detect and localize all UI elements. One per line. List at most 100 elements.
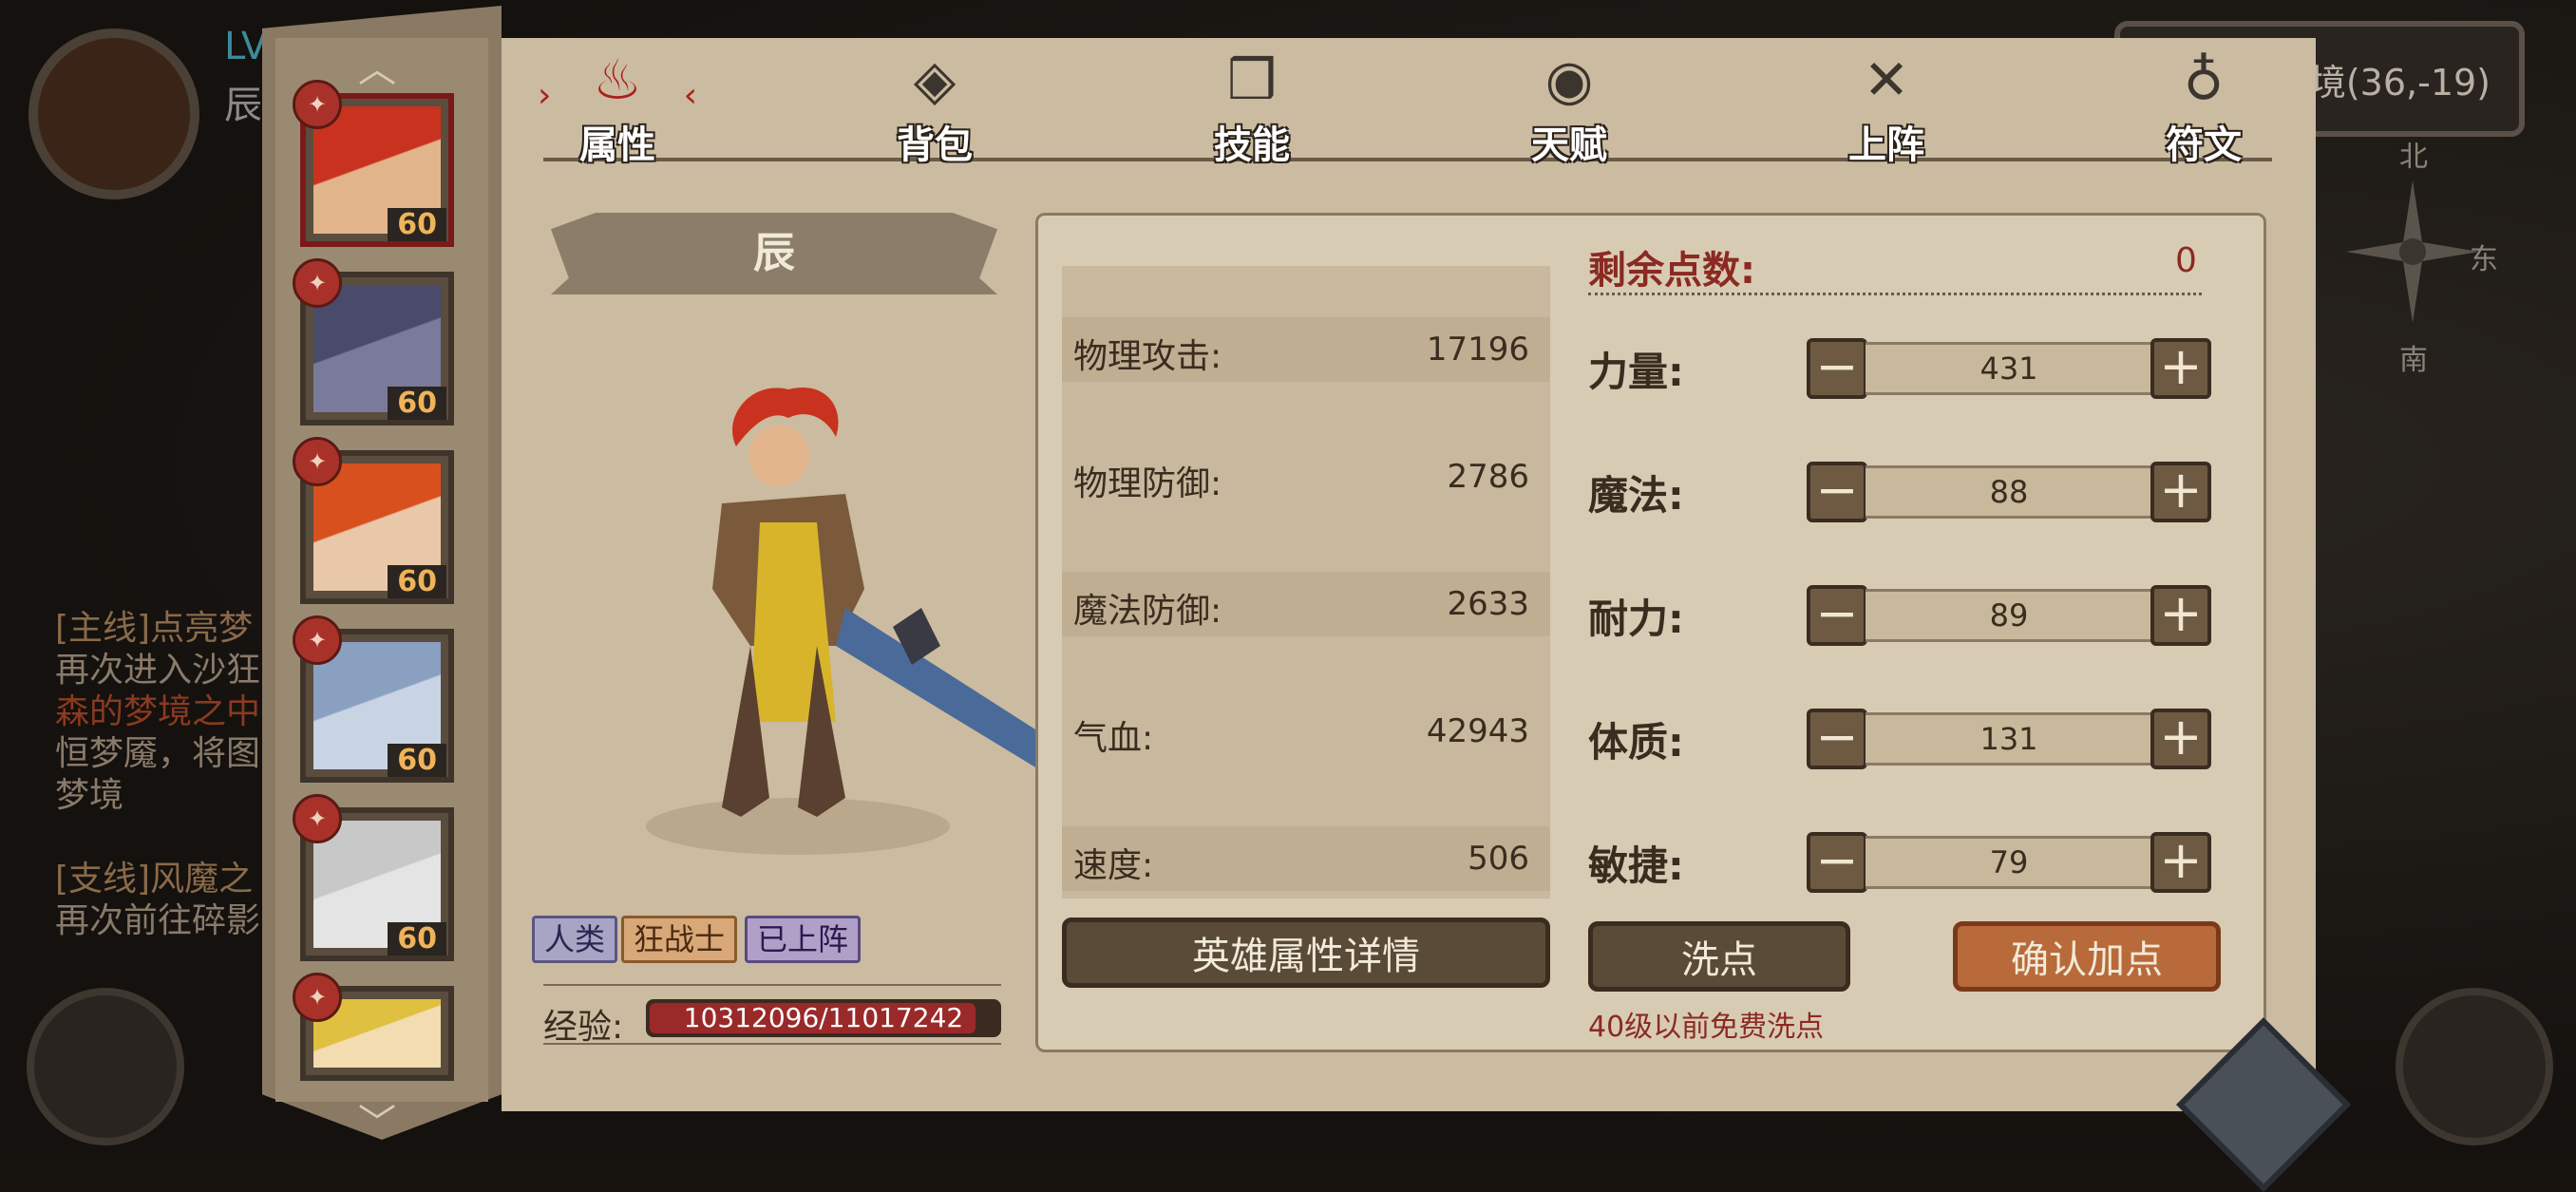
player-level-label: LV bbox=[224, 25, 268, 68]
tab-label: 天赋 bbox=[1531, 123, 1607, 167]
minus-button[interactable]: − bbox=[1807, 585, 1867, 646]
exp-label: 经验: bbox=[543, 1008, 624, 1047]
plus-button[interactable]: + bbox=[2150, 338, 2211, 399]
book-icon: ❒ bbox=[1227, 47, 1277, 112]
hero-slot[interactable]: ✦ 60 bbox=[293, 80, 454, 247]
hero-tag: 人类 bbox=[532, 916, 618, 963]
base-stat-label: 速度: bbox=[1073, 846, 1154, 885]
attribute-value: 89 bbox=[1866, 589, 2152, 642]
quest-main-line: 森的梦境之中 bbox=[55, 692, 261, 731]
hero-level: 60 bbox=[388, 208, 446, 241]
rune-icon: ♁ bbox=[2183, 47, 2225, 112]
base-stat-row: 魔法防御: 2633 bbox=[1062, 572, 1550, 636]
tab-deploy[interactable]: ✕ 上阵 bbox=[1801, 47, 1972, 169]
confirm-points-button[interactable]: 确认加点 bbox=[1953, 921, 2221, 992]
attribute-value: 131 bbox=[1866, 712, 2152, 766]
exp-text: 10312096/11017242 bbox=[683, 1002, 964, 1033]
hero-slot[interactable]: ✦ 60 bbox=[293, 615, 454, 783]
minus-button[interactable]: − bbox=[1807, 709, 1867, 769]
quest-main-line: 再次进入沙狂 bbox=[55, 651, 261, 690]
base-stat-label: 物理防御: bbox=[1073, 464, 1222, 503]
attribute-value: 431 bbox=[1866, 342, 2152, 395]
attribute-label: 耐力: bbox=[1588, 596, 1684, 642]
crossed-swords-icon: ✕ bbox=[1863, 47, 1910, 112]
plus-button[interactable]: + bbox=[2150, 832, 2211, 893]
attribute-label: 魔法: bbox=[1588, 472, 1684, 519]
attribute-label: 敏捷: bbox=[1588, 842, 1684, 889]
hero-level: 60 bbox=[388, 565, 446, 598]
minus-button[interactable]: − bbox=[1807, 338, 1867, 399]
active-tab-marker: › bbox=[538, 76, 552, 115]
backpack-icon: ◈ bbox=[913, 47, 957, 112]
base-stat-row: 物理攻击: 17196 bbox=[1062, 317, 1550, 382]
class-badge-icon: ✦ bbox=[293, 80, 342, 129]
minus-button[interactable]: − bbox=[1807, 462, 1867, 522]
quest-side-title: [支线]风魔之 bbox=[55, 860, 254, 899]
compass-icon bbox=[2346, 180, 2479, 323]
home-shortcut-button[interactable] bbox=[2396, 988, 2553, 1145]
tab-runes[interactable]: ♁ 符文 bbox=[2118, 47, 2289, 169]
quest-main[interactable]: [主线]点亮梦 再次进入沙狂 森的梦境之中 恒梦魇，将图 梦境 bbox=[55, 608, 260, 817]
attribute-stepper: −89 + bbox=[1807, 585, 2211, 646]
player-avatar[interactable] bbox=[28, 28, 199, 199]
hero-slot[interactable]: ✦ bbox=[293, 973, 454, 1081]
hero-details-button[interactable]: 英雄属性详情 bbox=[1062, 918, 1550, 988]
tab-label: 背包 bbox=[897, 123, 973, 167]
hero-level: 60 bbox=[388, 387, 446, 420]
quest-main-line: 恒梦魇，将图 bbox=[55, 734, 261, 773]
reset-points-button[interactable]: 洗点 bbox=[1588, 921, 1850, 992]
hero-name: 辰 bbox=[753, 229, 795, 277]
plus-button[interactable]: + bbox=[2150, 709, 2211, 769]
bag-shortcut-button[interactable] bbox=[27, 988, 184, 1145]
quest-main-title: [主线]点亮梦 bbox=[55, 609, 254, 648]
reset-note: 40级以前免费洗点 bbox=[1588, 1011, 1825, 1044]
base-stat-row: 气血: 42943 bbox=[1062, 699, 1550, 764]
base-stat-value: 506 bbox=[1468, 840, 1529, 878]
tab-label: 技能 bbox=[1214, 123, 1290, 167]
base-stat-label: 魔法防御: bbox=[1073, 592, 1222, 631]
base-stat-value: 2786 bbox=[1447, 458, 1529, 496]
attribute-value: 88 bbox=[1866, 465, 2152, 519]
attribute-label: 力量: bbox=[1588, 349, 1684, 395]
quest-side-line: 再次前往碎影 bbox=[55, 901, 261, 940]
class-badge-icon: ✦ bbox=[293, 437, 342, 486]
hero-slot[interactable]: ✦ 60 bbox=[293, 258, 454, 426]
base-stat-row: 速度: 506 bbox=[1062, 826, 1550, 891]
base-stat-label: 气血: bbox=[1073, 719, 1154, 758]
eye-icon: ◉ bbox=[1544, 47, 1594, 112]
tab-attributes[interactable]: ♨ 属性 › ‹ bbox=[532, 47, 703, 169]
hero-level: 60 bbox=[388, 922, 446, 955]
remaining-divider bbox=[1588, 293, 2202, 295]
tab-backpack[interactable]: ◈ 背包 bbox=[849, 47, 1020, 169]
quest-side[interactable]: [支线]风魔之 再次前往碎影 bbox=[55, 859, 260, 942]
tab-label: 上阵 bbox=[1848, 123, 1924, 167]
remaining-points-label: 剩余点数: bbox=[1588, 249, 1755, 293]
hero-slot[interactable]: ✦ 60 bbox=[293, 794, 454, 961]
active-tab-marker: ‹ bbox=[683, 76, 697, 115]
hero-tag: 已上阵 bbox=[745, 916, 862, 963]
minus-button[interactable]: − bbox=[1807, 832, 1867, 893]
hero-name-banner: 辰 bbox=[551, 213, 997, 294]
hero-level: 60 bbox=[388, 744, 446, 777]
divider bbox=[543, 1043, 1001, 1045]
attribute-label: 体质: bbox=[1588, 719, 1684, 766]
hero-slot[interactable]: ✦ 60 bbox=[293, 437, 454, 604]
attribute-stepper: −79 + bbox=[1807, 832, 2211, 893]
tab-talents[interactable]: ◉ 天赋 bbox=[1484, 47, 1655, 169]
plus-button[interactable]: + bbox=[2150, 585, 2211, 646]
quest-main-line: 梦境 bbox=[55, 776, 124, 815]
compass-south: 南 bbox=[2399, 344, 2428, 377]
class-badge-icon: ✦ bbox=[293, 615, 342, 665]
class-badge-icon: ✦ bbox=[293, 973, 342, 1022]
base-stat-value: 42943 bbox=[1426, 712, 1529, 750]
tab-skills[interactable]: ❒ 技能 bbox=[1166, 47, 1337, 169]
tabs-divider bbox=[543, 158, 2272, 161]
tab-label: 符文 bbox=[2166, 123, 2242, 167]
plus-button[interactable]: + bbox=[2150, 462, 2211, 522]
tab-label: 属性 bbox=[579, 123, 655, 167]
hero-list-up-arrow[interactable]: ︿ bbox=[353, 38, 401, 93]
remaining-points-value: 0 bbox=[2175, 241, 2197, 280]
attribute-stepper: −131 + bbox=[1807, 709, 2211, 769]
base-stat-row: 物理防御: 2786 bbox=[1062, 445, 1550, 509]
hero-list-down-arrow[interactable]: ﹀ bbox=[353, 1092, 401, 1147]
